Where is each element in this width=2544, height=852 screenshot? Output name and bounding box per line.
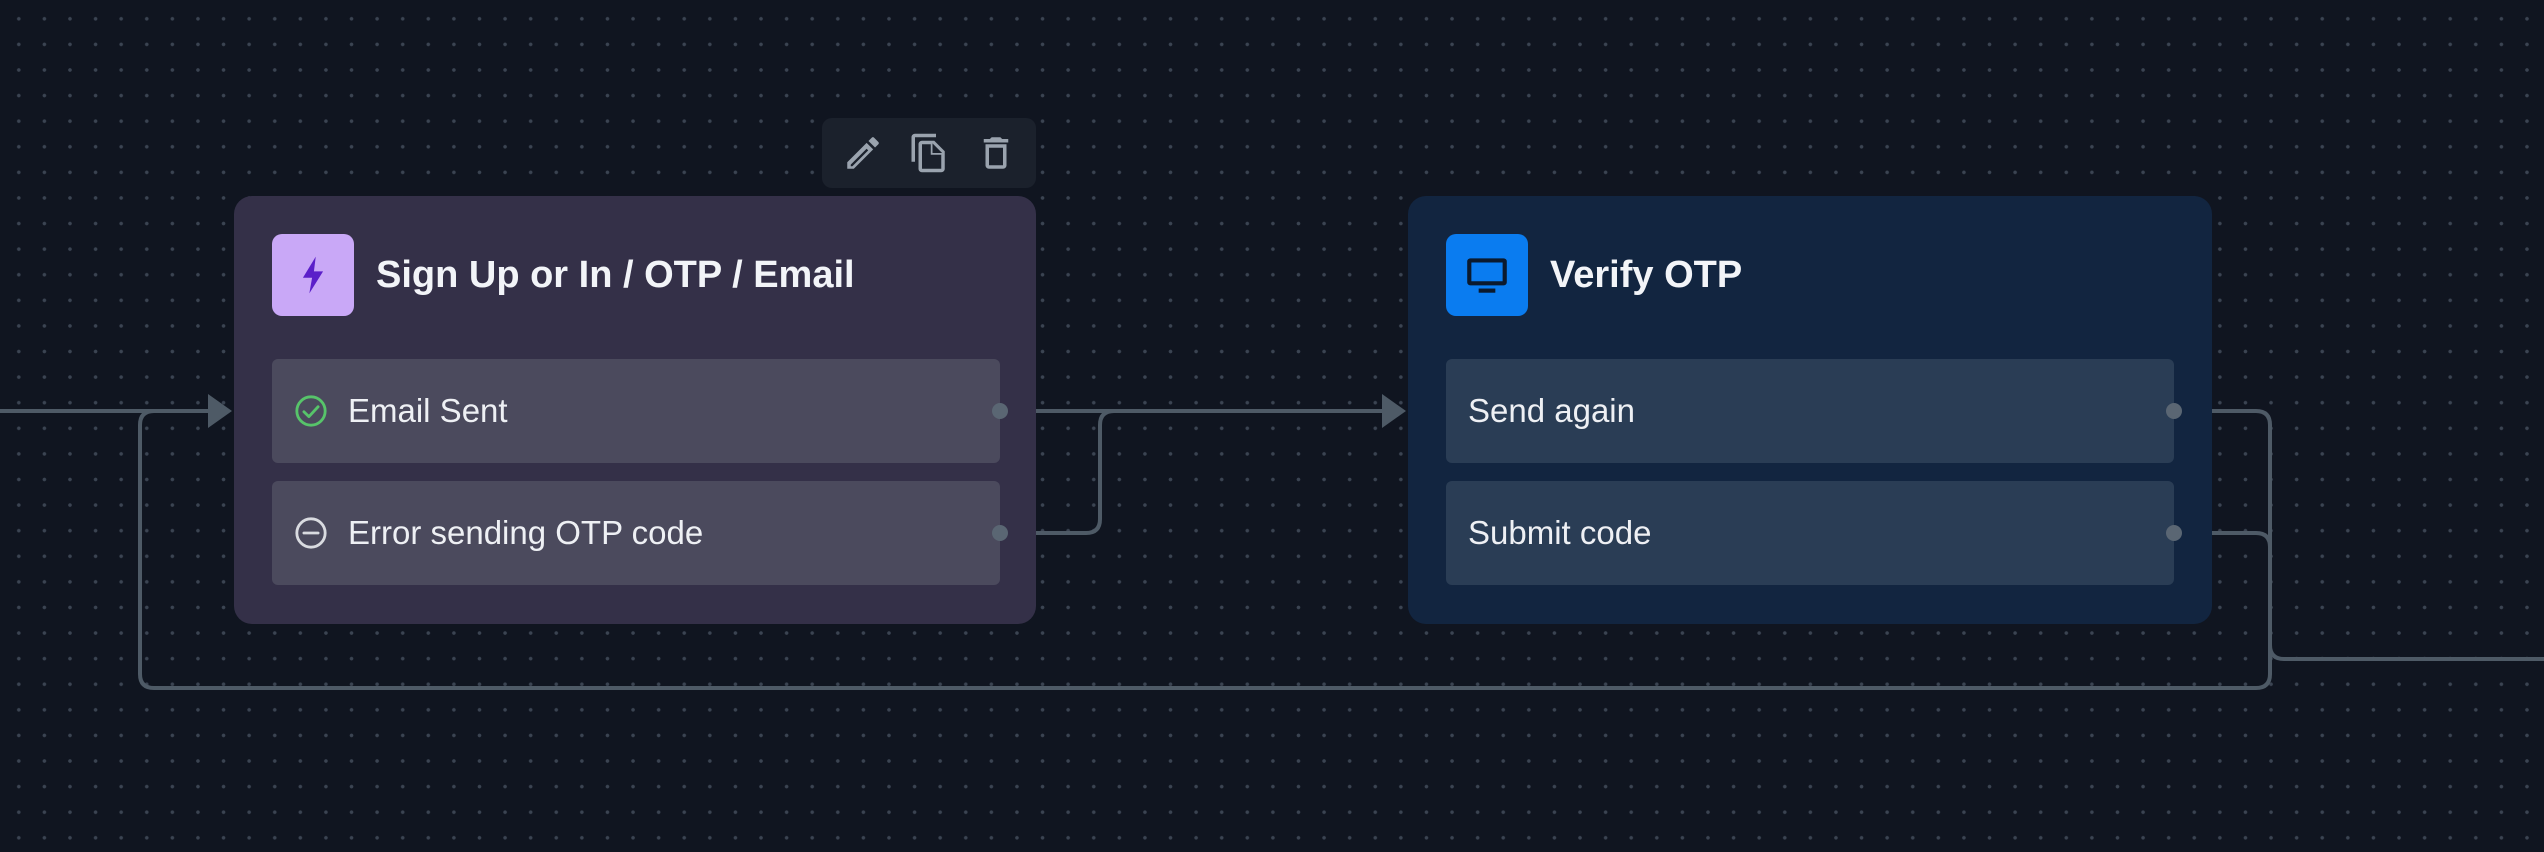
node-title: Sign Up or In / OTP / Email — [376, 253, 855, 296]
output-handle[interactable] — [992, 403, 1008, 419]
output-handle[interactable] — [2166, 403, 2182, 419]
duplicate-button[interactable] — [903, 127, 955, 179]
port-submit-code[interactable]: Submit code — [1446, 481, 2182, 585]
check-circle-icon — [294, 394, 328, 428]
trash-icon — [983, 137, 1008, 169]
node-toolbar — [822, 118, 1036, 188]
delete-button[interactable] — [970, 127, 1022, 179]
edge-error-to-verify — [1000, 409, 1382, 535]
minus-circle-icon — [294, 516, 328, 550]
arrowhead-signup-input — [208, 394, 232, 428]
node-title: Verify OTP — [1550, 253, 1743, 296]
output-handle[interactable] — [2166, 525, 2182, 541]
port-label: Email Sent — [348, 392, 508, 429]
edit-button[interactable] — [837, 127, 889, 179]
node-header: Verify OTP — [1446, 234, 1742, 316]
port-label: Send again — [1468, 392, 1635, 429]
flow-node-verify-otp[interactable]: Verify OTP Send again Submit code — [1408, 196, 2212, 624]
edge-submit-out — [2174, 531, 2544, 661]
port-label: Submit code — [1468, 514, 1652, 551]
port-error-sending-otp[interactable]: Error sending OTP code — [272, 481, 1008, 585]
pencil-icon — [846, 137, 879, 169]
flow-node-signup[interactable]: Sign Up or In / OTP / Email Email Sent E… — [234, 196, 1036, 624]
node-header: Sign Up or In / OTP / Email — [272, 234, 855, 316]
lightning-icon — [272, 234, 354, 316]
port-email-sent[interactable]: Email Sent — [272, 359, 1008, 463]
copy-icon — [911, 133, 945, 173]
port-label: Error sending OTP code — [348, 514, 704, 551]
arrowhead-verify-input — [1382, 394, 1406, 428]
port-send-again[interactable]: Send again — [1446, 359, 2182, 463]
output-handle[interactable] — [992, 525, 1008, 541]
monitor-icon — [1446, 234, 1528, 316]
